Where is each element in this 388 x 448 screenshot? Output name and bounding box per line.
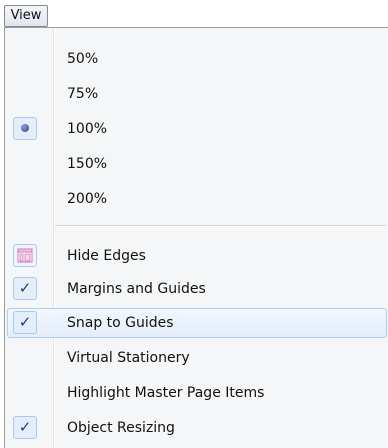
checkmark-icon: ✓ (18, 279, 32, 297)
menu-item-zoom-200[interactable]: 200% (7, 184, 387, 214)
menu-item-label: Hide Edges (67, 248, 146, 264)
menu-item-label: Snap to Guides (67, 315, 174, 331)
checkmark-box: ✓ (13, 277, 37, 300)
menu-item-label: 75% (67, 86, 99, 102)
view-menu-button[interactable]: View (4, 5, 48, 27)
view-dropdown-menu: 50% 75% 100% 150% 200% Hide Edges ✓ Marg… (4, 27, 388, 448)
menu-item-virtual-stationery[interactable]: Virtual Stationery (7, 343, 387, 373)
menu-item-label: 150% (67, 156, 108, 172)
radio-dot-icon (21, 124, 29, 132)
menu-item-label: Highlight Master Page Items (67, 385, 265, 401)
menu-item-zoom-100[interactable]: 100% (7, 114, 387, 144)
checkmark-icon: ✓ (18, 313, 32, 331)
menu-item-margins-and-guides[interactable]: ✓ Margins and Guides (7, 274, 387, 304)
menu-item-snap-to-guides[interactable]: ✓ Snap to Guides (7, 308, 387, 338)
checkmark-icon: ✓ (18, 418, 32, 436)
menu-item-object-resizing[interactable]: ✓ Object Resizing (7, 413, 387, 443)
menu-item-hide-edges[interactable]: Hide Edges (7, 241, 387, 271)
menu-item-highlight-master-page-items[interactable]: Highlight Master Page Items (7, 378, 387, 408)
menu-item-label: Virtual Stationery (67, 350, 190, 366)
checkmark-box: ✓ (13, 311, 37, 334)
radio-selected-icon (13, 117, 37, 140)
menu-item-zoom-50[interactable]: 50% (7, 44, 387, 74)
menu-item-label: Object Resizing (67, 420, 175, 436)
menu-item-label: 100% (67, 121, 108, 137)
hide-edges-icon (13, 244, 37, 267)
menu-item-zoom-75[interactable]: 75% (7, 79, 387, 109)
menu-item-label: 50% (67, 51, 99, 67)
menu-separator-highlight (55, 226, 386, 227)
checkmark-box: ✓ (13, 416, 37, 439)
menu-item-zoom-150[interactable]: 150% (7, 149, 387, 179)
menu-item-label: Margins and Guides (67, 281, 206, 297)
menu-item-label: 200% (67, 191, 108, 207)
